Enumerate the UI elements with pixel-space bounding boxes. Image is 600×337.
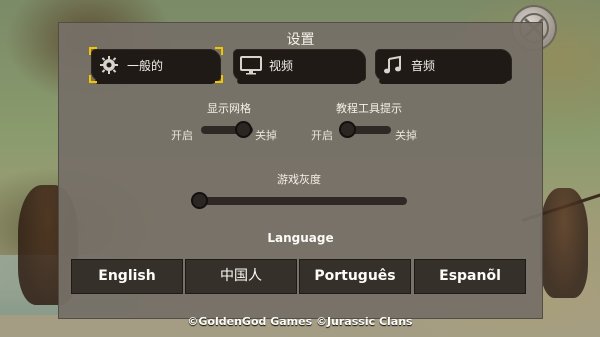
tab-audio[interactable]: 音频 xyxy=(375,49,512,81)
grid-toggle-knob[interactable] xyxy=(235,121,252,138)
tab-general[interactable]: 一般的 xyxy=(91,49,221,81)
tooltips-off-label: 开启 xyxy=(311,129,333,142)
tab-audio-label: 音频 xyxy=(411,59,436,73)
grid-on-label: 关掉 xyxy=(255,129,277,142)
selection-corner xyxy=(215,47,223,55)
selection-corner xyxy=(89,47,97,55)
language-portuguese-button[interactable]: Português xyxy=(299,259,411,294)
language-title: Language xyxy=(267,231,334,245)
grayscale-slider-knob[interactable] xyxy=(191,192,208,209)
grayscale-label: 游戏灰度 xyxy=(277,173,321,186)
tooltips-on-label: 关掉 xyxy=(395,129,417,142)
caveman-figure-right xyxy=(540,188,588,298)
tab-video[interactable]: 视频 xyxy=(233,49,366,81)
grid-off-label: 开启 xyxy=(171,129,193,142)
language-english-button[interactable]: English xyxy=(71,259,183,294)
tab-video-label: 视频 xyxy=(269,59,294,73)
grid-label: 显示网格 xyxy=(207,102,251,115)
selection-corner xyxy=(89,75,97,83)
language-spanish-button[interactable]: Espanõl xyxy=(414,259,526,294)
settings-title: 设置 xyxy=(286,32,315,48)
tooltips-toggle-knob[interactable] xyxy=(339,121,356,138)
grayscale-slider[interactable] xyxy=(197,197,407,205)
music-note-icon xyxy=(384,55,401,74)
selection-corner xyxy=(215,75,223,83)
language-chinese-button[interactable]: 中国人 xyxy=(185,259,297,294)
tooltips-label: 教程工具提示 xyxy=(336,102,402,115)
gear-icon xyxy=(100,56,118,74)
copyright-footer: ©GoldenGod Games ©Jurassic Clans xyxy=(187,315,413,328)
tab-general-label: 一般的 xyxy=(127,59,164,73)
monitor-icon xyxy=(240,56,262,75)
